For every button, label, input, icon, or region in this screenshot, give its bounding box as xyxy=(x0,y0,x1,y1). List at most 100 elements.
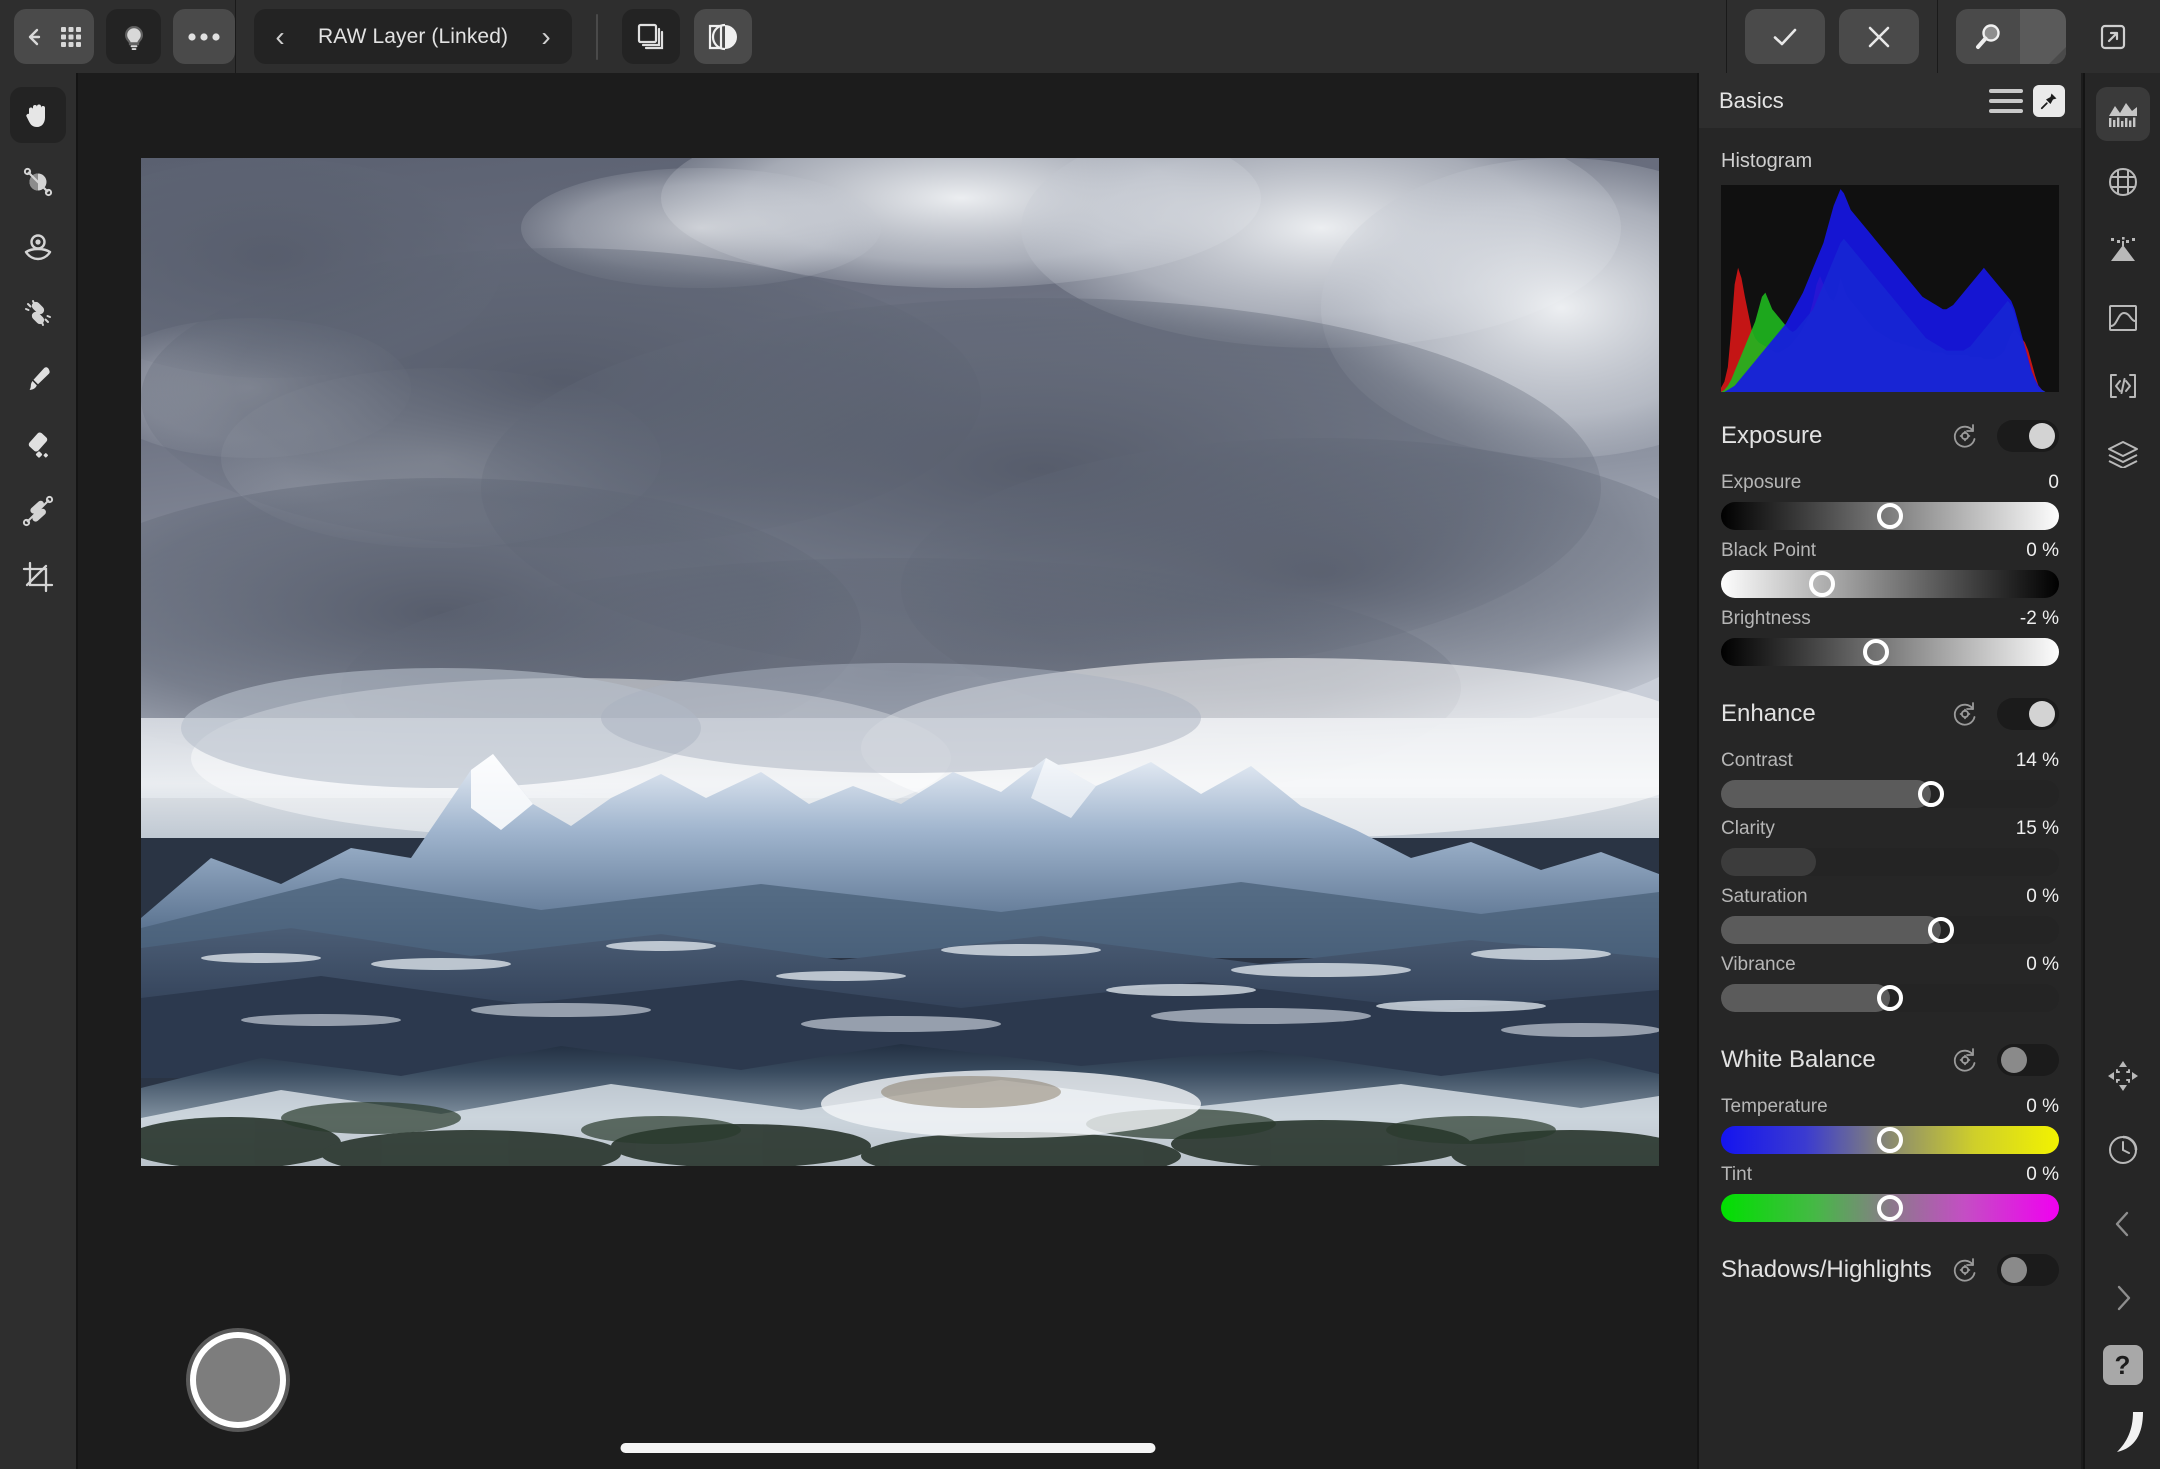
reset-enhance-icon[interactable] xyxy=(1951,700,1979,728)
row-header-brightness: Brightness -2 % xyxy=(1721,608,2059,638)
crop-grid-icon[interactable] xyxy=(2096,155,2150,209)
previous-layer-button[interactable]: ‹ xyxy=(260,15,300,59)
slider-vibrance[interactable] xyxy=(1721,984,2059,1012)
crop-icon xyxy=(22,561,54,593)
slider-thumb-tint[interactable] xyxy=(1877,1195,1903,1221)
slider-black-point[interactable] xyxy=(1721,570,2059,598)
tone-curve-icon[interactable] xyxy=(2096,291,2150,345)
crop-tool[interactable] xyxy=(10,549,66,605)
layers-stack-icon xyxy=(637,23,664,49)
slider-contrast[interactable] xyxy=(1721,780,2059,808)
toolbar-thin-divider xyxy=(596,13,599,60)
top-toolbar: ‹ RAW Layer (Linked) › xyxy=(0,0,2160,73)
histogram-glyph-icon xyxy=(2108,103,2137,127)
panel-menu-icon[interactable] xyxy=(1989,88,2023,113)
more-options-button[interactable] xyxy=(173,9,235,64)
fullscreen-button[interactable] xyxy=(2084,9,2142,64)
slider-fill-clarity xyxy=(1721,848,1816,876)
develop-persona-button[interactable] xyxy=(106,9,161,64)
toggle-enhance[interactable] xyxy=(1997,698,2059,730)
adjustment-groups: Exposure Exposure 0 Black Point 0 % Brightnes… xyxy=(1699,392,2081,1300)
slider-tint[interactable] xyxy=(1721,1194,2059,1222)
layers-stack-glyph-icon xyxy=(2107,441,2138,468)
pin-panel-button[interactable] xyxy=(2033,84,2065,117)
toggle-knob xyxy=(2029,701,2055,727)
group-controls-enhance xyxy=(1951,698,2059,730)
swoosh-icon[interactable] xyxy=(2096,1405,2150,1459)
histogram-studio-icon[interactable] xyxy=(2095,87,2150,141)
gradient-icon xyxy=(22,495,54,527)
back-to-browser-button[interactable] xyxy=(14,9,94,64)
eraser-tool[interactable] xyxy=(10,417,66,473)
dodge-burn-tool[interactable] xyxy=(10,153,66,209)
cancel-button[interactable] xyxy=(1839,9,1919,64)
metadata-icon[interactable] xyxy=(2096,359,2150,413)
group-header-enhance: Enhance xyxy=(1721,670,2059,744)
slider-saturation[interactable] xyxy=(1721,916,2059,944)
slider-fill-saturation xyxy=(1721,916,1941,944)
group-controls-shadows-highlights xyxy=(1951,1254,2059,1286)
reset-shadows-highlights-icon[interactable] xyxy=(1951,1256,1979,1284)
row-label-contrast: Contrast xyxy=(1721,750,1793,771)
confirm-button[interactable] xyxy=(1745,9,1825,64)
paint-brush-tool[interactable] xyxy=(10,351,66,407)
history-clock-icon[interactable] xyxy=(2096,1123,2150,1177)
row-saturation: Saturation 0 % xyxy=(1721,880,2059,948)
row-header-contrast: Contrast 14 % xyxy=(1721,750,2059,780)
row-vibrance: Vibrance 0 % xyxy=(1721,948,2059,1016)
redo-chevron-icon[interactable] xyxy=(2096,1271,2150,1325)
row-label-brightness: Brightness xyxy=(1721,608,1811,629)
curves-icon xyxy=(2108,305,2137,331)
help-button[interactable]: ? xyxy=(2102,1345,2143,1385)
slider-thumb-saturation[interactable] xyxy=(1927,917,1954,943)
reset-exposure-icon[interactable] xyxy=(1951,422,1979,450)
gradient-tool[interactable] xyxy=(10,483,66,539)
layers-button[interactable] xyxy=(622,9,681,64)
layer-navigator[interactable]: ‹ RAW Layer (Linked) › xyxy=(254,9,573,64)
reset-white-balance-icon[interactable] xyxy=(1951,1046,1979,1074)
zoom-dropdown-button[interactable] xyxy=(2020,9,2066,64)
layers-icon[interactable] xyxy=(2096,427,2150,481)
row-clarity: Clarity 15 % xyxy=(1721,812,2059,880)
slider-thumb-black-point[interactable] xyxy=(1809,571,1836,597)
transform-icon[interactable] xyxy=(2096,1049,2150,1103)
slider-thumb-exposure[interactable] xyxy=(1877,503,1903,529)
toggle-shadows-highlights[interactable] xyxy=(1997,1254,2059,1286)
row-header-clarity: Clarity 15 % xyxy=(1721,818,2059,848)
clock-icon xyxy=(2108,1135,2137,1164)
red-eye-tool[interactable] xyxy=(10,219,66,275)
group-title-white-balance: White Balance xyxy=(1721,1046,1876,1073)
right-rail-top xyxy=(2095,73,2150,481)
group-header-white-balance: White Balance xyxy=(1721,1016,2059,1090)
checkmark-icon xyxy=(1773,28,1797,45)
grid-overlay-icon xyxy=(2108,168,2137,196)
panel-title: Basics xyxy=(1719,87,1784,113)
slider-fill-vibrance xyxy=(1721,984,1890,1012)
undo-chevron-icon[interactable] xyxy=(2096,1197,2150,1251)
next-layer-button[interactable]: › xyxy=(526,15,566,59)
slider-brightness[interactable] xyxy=(1721,638,2059,666)
details-icon[interactable] xyxy=(2096,223,2150,277)
topbar-zoom-group xyxy=(1938,0,2084,73)
topbar-layer-group: ‹ RAW Layer (Linked) › xyxy=(236,0,753,73)
before-after-icon xyxy=(708,23,738,50)
slider-thumb-brightness[interactable] xyxy=(1863,639,1890,665)
photo-preview[interactable] xyxy=(141,158,1659,1166)
toggle-white-balance[interactable] xyxy=(1997,1044,2059,1076)
blemish-removal-tool[interactable] xyxy=(10,285,66,341)
hand-tool[interactable] xyxy=(10,87,66,143)
slider-exposure[interactable] xyxy=(1721,502,2059,530)
brush-size-indicator[interactable] xyxy=(190,1332,286,1428)
canvas-area[interactable] xyxy=(80,73,1695,1469)
before-after-button[interactable] xyxy=(694,9,753,64)
zoom-tool-button[interactable] xyxy=(1956,9,2020,64)
row-exposure: Exposure 0 xyxy=(1721,466,2059,534)
slider-thumb-contrast[interactable] xyxy=(1917,781,1944,807)
toggle-exposure[interactable] xyxy=(1997,420,2059,452)
slider-temperature[interactable] xyxy=(1721,1126,2059,1154)
layer-title: RAW Layer (Linked) xyxy=(318,24,509,48)
slider-clarity[interactable] xyxy=(1721,848,2059,876)
slider-thumb-temperature[interactable] xyxy=(1877,1127,1903,1153)
slider-thumb-vibrance[interactable] xyxy=(1877,985,1903,1011)
fullscreen-icon xyxy=(2100,24,2126,49)
